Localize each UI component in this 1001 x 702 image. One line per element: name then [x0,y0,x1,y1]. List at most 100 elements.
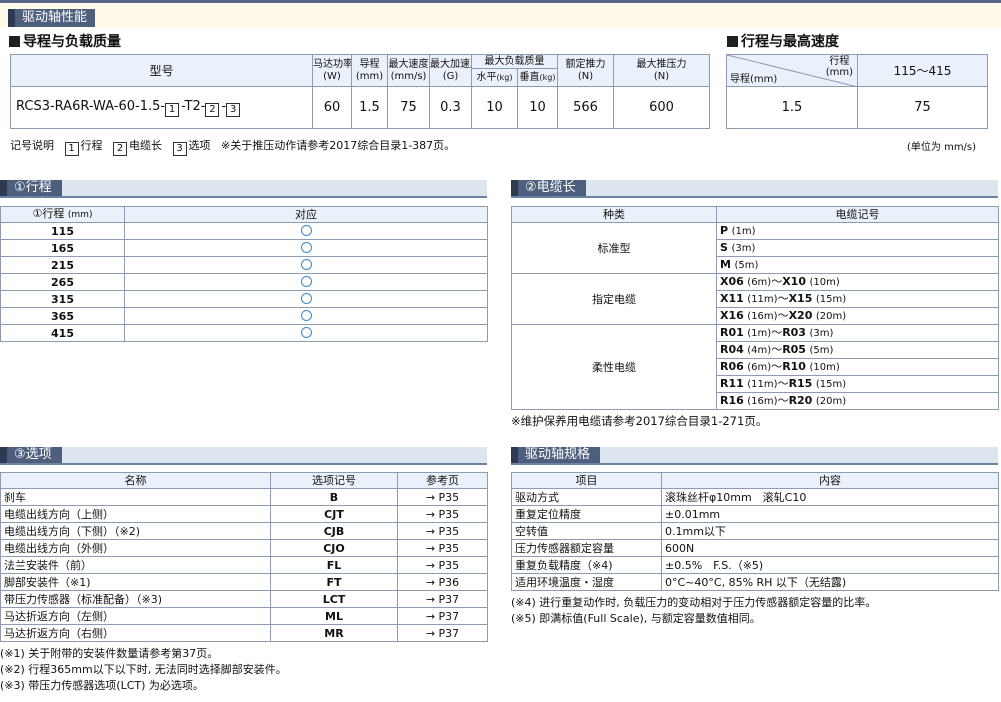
circle-mark-icon [300,258,312,270]
cable-length: (11m) [747,379,778,390]
header-vertical: 垂直(kg) [517,68,558,87]
cable-code-cell: P (1m) [716,222,999,240]
stroke-value: 265 [0,273,125,291]
cable-table: 种类 电缆记号 标准型 P (1m) S (3m) M (5m) 指定电缆 X06 (6m… [511,206,999,410]
stroke-value: 315 [0,290,125,308]
value-vertical: 10 [517,86,558,129]
option-row: 法兰安装件（前） FL → P35 [0,556,488,574]
tilde: ～ [777,394,789,407]
cable-code: R05 [782,343,806,356]
circle-mark-icon [300,275,312,287]
option-code: CJB [270,522,398,540]
spec-row: 驱动方式 滚珠丝杆φ10mm 滚轧C10 [511,488,999,506]
option-page: → P35 [397,488,488,506]
option-name: 法兰安装件（前） [0,556,271,574]
tilde: ～ [771,275,783,288]
spec-note: (※5) 即满标值(Full Scale), 与额定容量数值相同。 [511,612,761,625]
cable-length: (15m) [815,379,847,390]
cable-code: R16 [720,394,744,407]
stroke-row: 115 [0,222,488,240]
stroke-header: ①行程 (mm) [0,206,125,223]
cable-length: (20m) [815,396,847,407]
stroke-value: 415 [0,324,125,342]
spec-note: (※4) 进行重复动作时, 负载压力的变动相对于压力传感器额定容量的比率。 [511,596,877,609]
cable-type-header: 种类 [511,206,717,223]
legend-row: 记号说明 1 行程 2 电缆长 3 选项 ※关于推压动作请参考2017综合目录1-38… [10,139,456,156]
spec-content: 600N [661,539,999,557]
option-note: (※3) 带压力传感器选项(LCT) 为必选项。 [0,679,204,692]
square-bullet-icon [9,36,20,47]
option-row: 脚部安装件（※1) FT → P36 [0,573,488,591]
stroke-speed-value: 75 [857,86,988,129]
option-box-3: 3 [226,102,241,117]
cable-code: R03 [782,326,806,339]
header-max-speed: 最大速度 (mm/s) [387,54,430,87]
diag-header: 行程 (mm) 导程(mm) [726,54,858,87]
stroke-row: 215 [0,256,488,274]
spec-item: 压力传感器额定容量 [511,539,662,557]
header-max-thrust: 最大推压力 (N) [613,54,710,87]
header-rated-thrust: 额定推力 (N) [557,54,614,87]
cable-code: R15 [788,377,813,390]
cable-code: R20 [788,394,813,407]
option-page-header: 参考页 [397,472,488,489]
cable-length: (3m) [731,243,756,254]
option-name: 马达折返方向（左侧） [0,607,271,625]
top-banner-label: 驱动轴性能 [8,9,96,27]
option-page: → P35 [397,539,488,557]
stroke-value: 165 [0,239,125,257]
header-max-acc: 最大加速度(G) [429,54,472,87]
cable-type: 标准型 [511,222,717,274]
support-cell [124,222,488,240]
cable-code: X10 [782,275,806,288]
cable-code: R01 [720,326,744,339]
cable-code: R06 [720,360,744,373]
cable-code-cell: X11 (11m)～X15 (15m) [716,290,999,308]
spec-item: 重复定位精度 [511,505,662,523]
stroke-value: 365 [0,307,125,325]
cable-length: (1m) [747,328,772,339]
stroke-speed-lead: 1.5 [726,86,858,129]
option-row: 电缆出线方向（下侧）（※2) CJB → P35 [0,522,488,540]
spec-item: 空转值 [511,522,662,540]
option-code: CJO [270,539,398,557]
stroke-row: 415 [0,324,488,342]
option-row: 电缆出线方向（上侧） CJT → P35 [0,505,488,523]
circle-mark-icon [300,292,312,304]
cable-code-cell: R06 (6m)～R10 (10m) [716,358,999,376]
header-lead: 导程 (mm) [351,54,388,87]
cable-code: X20 [788,309,813,322]
stroke-value: 215 [0,256,125,274]
support-cell [124,273,488,291]
cable-length: (3m) [809,328,834,339]
cable-code: X16 [720,309,744,322]
value-max-thrust: 600 [613,86,710,129]
value-horizontal: 10 [471,86,518,129]
stroke-speed-heading: 行程与最高速度 [727,33,839,51]
cable-row: 指定电缆 X06 (6m)～X10 (10m) [511,273,999,325]
option-row: 刹车 B → P35 [0,488,488,506]
cable-code-cell: M (5m) [716,256,999,274]
value-max-acc: 0.3 [429,86,472,129]
option-page: → P35 [397,505,488,523]
diag-stroke-label: 行程 (mm) [825,56,853,78]
option-page: → P37 [397,624,488,642]
option-page: → P35 [397,522,488,540]
tilde: ～ [771,326,783,339]
header-max-load: 最大负载质量 [471,54,558,69]
option-code-header: 选项记号 [270,472,398,489]
stroke-section-label: ①行程 [0,180,62,196]
tilde: ～ [777,377,789,390]
cable-length: (6m) [747,277,772,288]
spec-row: 压力传感器额定容量 600N [511,539,999,557]
tilde: ～ [777,292,789,305]
stroke-row: 265 [0,273,488,291]
spec-row: 重复定位精度 ±0.01mm [511,505,999,523]
lead-load-table: 型号 马达功率(W) 导程(mm) 最大速度(mm/s) 最大加速度(G) 最大… [10,54,710,129]
cable-code: R10 [782,360,806,373]
support-cell [124,290,488,308]
cable-code-cell: X06 (6m)～X10 (10m) [716,273,999,291]
option-note: (※1) 关于附带的安装件数量请参考第37页。 [0,647,219,660]
option-section-label: ③选项 [0,447,62,463]
spec-notes: (※4) 进行重复动作时, 负载压力的变动相对于压力传感器额定容量的比率。 (※… [511,595,876,627]
